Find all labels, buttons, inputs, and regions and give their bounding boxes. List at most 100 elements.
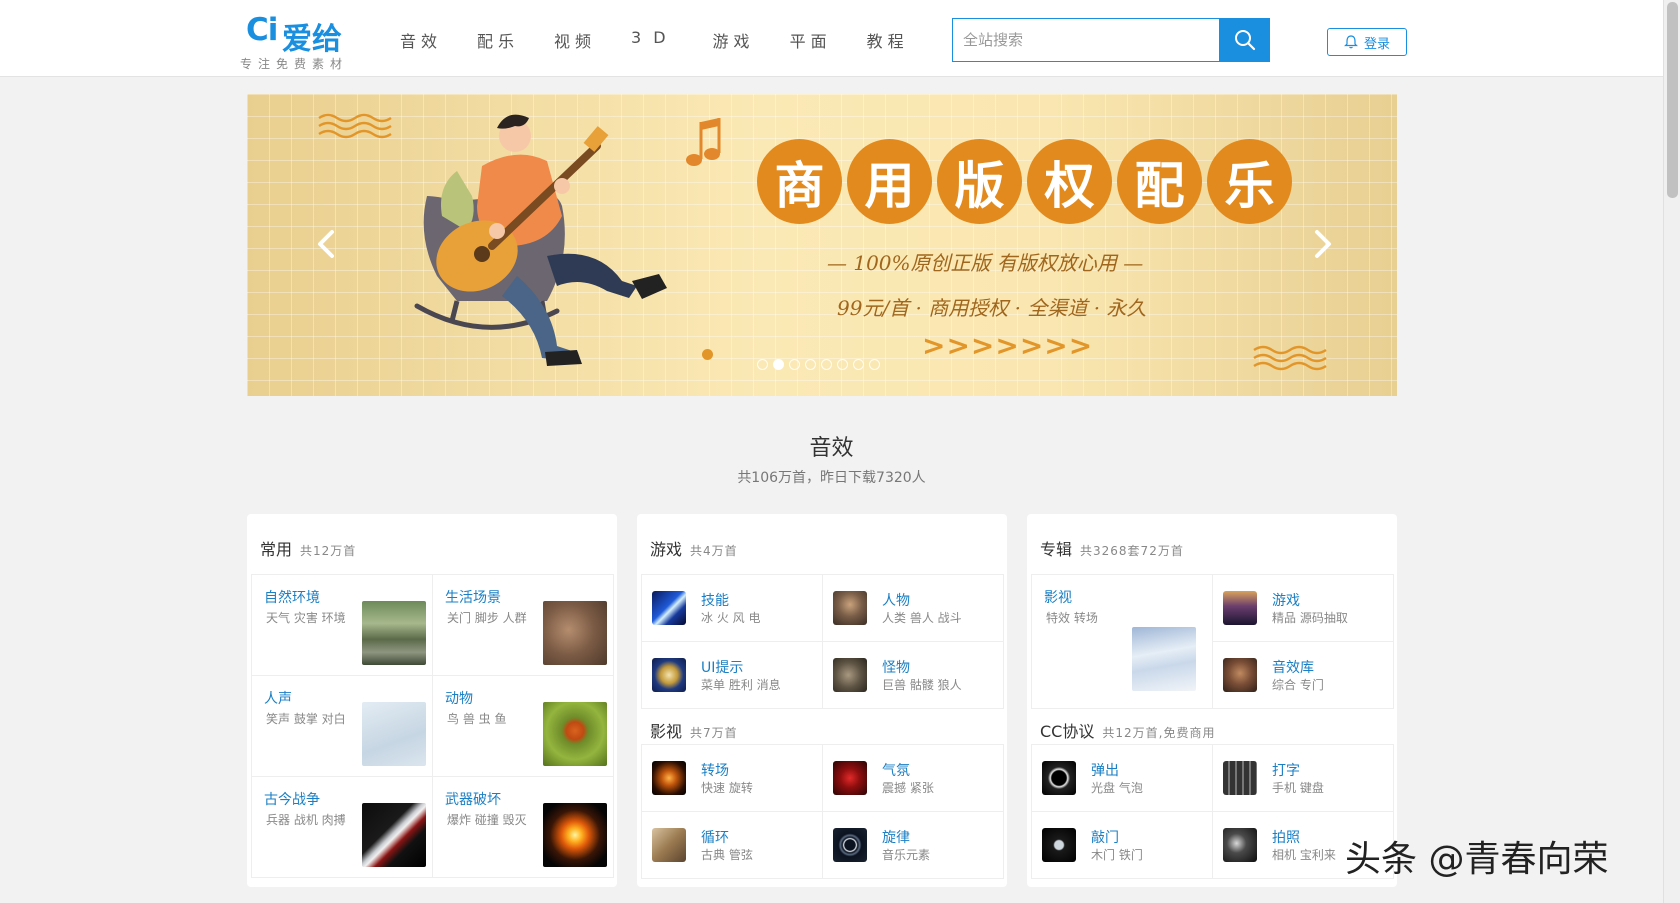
tile-tags: 鸟 兽 虫 鱼 [447, 712, 507, 726]
skill-thumbnail [652, 591, 686, 625]
orange-dot-decoration [702, 349, 713, 360]
tile-tags: 天气 灾害 环境 [266, 611, 346, 625]
logo-mark: Ci [246, 12, 278, 48]
top-header: Ci 爱给 专注免费素材 音效 配乐 视频 3D 游戏 平面 教程 登录 [0, 0, 1663, 77]
logo-slogan: 专注免费素材 [240, 57, 349, 71]
site-logo[interactable]: Ci 爱给 专注免费素材 [240, 12, 365, 72]
row-tags: 巨兽 骷髅 狼人 [882, 678, 962, 692]
nav-item-video[interactable]: 视频 [554, 28, 596, 52]
site-search [952, 18, 1270, 62]
category-tile-war[interactable]: 古今战争 兵器 战机 肉搏 [251, 776, 433, 878]
search-icon [1234, 30, 1255, 51]
logo-name: 爱给 [282, 22, 342, 57]
row-title: 游戏 [1272, 593, 1300, 609]
row-title: 音效库 [1272, 660, 1314, 676]
category-tile-life-scenes[interactable]: 生活场景 关门 脚步 人群 [432, 574, 614, 676]
card-header: CC协议 共12万首,免费商用 [1040, 718, 1215, 742]
row-tags: 菜单 胜利 消息 [701, 678, 781, 692]
banner-next-button[interactable] [1302, 224, 1342, 264]
banner-dot[interactable] [757, 359, 768, 370]
guitarist-illustration [414, 114, 667, 366]
tile-tags: 笑声 鼓掌 对白 [266, 712, 346, 726]
banner-title: 商 用 版 权 配 乐 [757, 139, 1292, 224]
scrollbar-thumb[interactable] [1667, 2, 1678, 198]
search-input[interactable] [953, 19, 1219, 61]
category-tile-voice[interactable]: 人声 笑声 鼓掌 对白 [251, 675, 433, 777]
card-title: 影视 [650, 722, 683, 741]
card-header: 专辑 共3268套72万首 [1040, 536, 1184, 560]
forest-thumbnail [362, 601, 426, 665]
tile-tags: 特效 转场 [1046, 611, 1098, 625]
row-tags: 精品 源码抽取 [1272, 611, 1348, 625]
chevron-left-icon [318, 230, 334, 258]
cc-typing[interactable]: 打字 手机 键盘 [1212, 744, 1394, 812]
tile-title: 动物 [445, 691, 473, 707]
subcategory-transitions[interactable]: 转场 快速 旋转 [641, 744, 823, 812]
subcategory-atmosphere[interactable]: 气氛 震撼 紧张 [822, 744, 1004, 812]
watermark-text: 头条 @青春向荣 [1345, 839, 1609, 880]
category-tile-destruction[interactable]: 武器破坏 爆炸 碰撞 毁灭 [432, 776, 614, 878]
search-button[interactable] [1219, 18, 1270, 62]
album-games[interactable]: 游戏 精品 源码抽取 [1212, 574, 1394, 642]
banner-prev-button[interactable] [307, 224, 347, 264]
nav-item-graphics[interactable]: 平面 [790, 28, 832, 52]
page-scrollbar[interactable] [1663, 0, 1680, 903]
chevron-right-icon [1315, 230, 1331, 258]
banner-dot[interactable] [821, 359, 832, 370]
card-count: 共4万首 [690, 544, 738, 558]
banner-dot[interactable] [805, 359, 816, 370]
row-tags: 光盘 气泡 [1091, 781, 1143, 795]
banner-title-char: 版 [937, 139, 1022, 224]
card-albums-cc: 专辑 共3268套72万首 影视 特效 转场 游戏 精品 源码抽取 音效库 综合 … [1027, 514, 1397, 887]
row-tags: 木门 铁门 [1091, 848, 1143, 862]
cc-knock[interactable]: 敲门 木门 铁门 [1031, 811, 1213, 879]
promo-banner[interactable]: 商 用 版 权 配 乐 — 100%原创正版 有版权放心用 — 99元/首 · … [247, 94, 1397, 396]
banner-dot[interactable] [837, 359, 848, 370]
banner-title-char: 用 [847, 139, 932, 224]
camera-thumbnail [1223, 828, 1257, 862]
banner-subtitle: — 100%原创正版 有版权放心用 — [827, 251, 1144, 275]
banner-dot[interactable] [789, 359, 800, 370]
card-title: 常用 [260, 540, 293, 559]
banner-wave-decoration [318, 113, 392, 139]
banner-dot[interactable] [853, 359, 864, 370]
banner-dot[interactable] [773, 359, 784, 370]
nav-item-tutorials[interactable]: 教程 [867, 28, 909, 52]
category-tile-nature[interactable]: 自然环境 天气 灾害 环境 [251, 574, 433, 676]
subcategory-melody[interactable]: 旋律 音乐元素 [822, 811, 1004, 879]
row-title: 转场 [701, 763, 729, 779]
tile-title: 武器破坏 [445, 792, 501, 808]
subcategory-characters[interactable]: 人物 人类 兽人 战斗 [822, 574, 1004, 642]
nav-item-music[interactable]: 配乐 [477, 28, 519, 52]
subcategory-loops[interactable]: 循环 古典 管弦 [641, 811, 823, 879]
subcategory-ui-prompts[interactable]: UI提示 菜单 胜利 消息 [641, 641, 823, 709]
row-tags: 冰 火 风 电 [701, 611, 761, 625]
cc-popup[interactable]: 弹出 光盘 气泡 [1031, 744, 1213, 812]
album-sound-library[interactable]: 音效库 综合 专门 [1212, 641, 1394, 709]
tile-tags: 兵器 战机 肉搏 [266, 813, 346, 827]
nav-item-3d[interactable]: 3D [631, 28, 678, 52]
banner-dot[interactable] [869, 359, 880, 370]
login-label: 登录 [1363, 36, 1390, 52]
card-count: 共7万首 [690, 726, 738, 740]
subcategory-skills[interactable]: 技能 冰 火 风 电 [641, 574, 823, 642]
card-title: 游戏 [650, 540, 683, 559]
album-feature-film[interactable]: 影视 特效 转场 [1031, 574, 1213, 709]
row-tags: 古典 管弦 [701, 848, 753, 862]
card-common: 常用 共12万首 自然环境 天气 灾害 环境 生活场景 关门 脚步 人群 人声 笑… [247, 514, 617, 887]
nav-item-sound-effects[interactable]: 音效 [400, 28, 442, 52]
login-button[interactable]: 登录 [1327, 28, 1407, 56]
nav-item-games[interactable]: 游戏 [713, 28, 755, 52]
banner-title-char: 商 [757, 139, 842, 224]
explosion-thumbnail [543, 803, 607, 867]
film-album-thumbnail [1132, 627, 1196, 691]
knock-thumbnail [1042, 828, 1076, 862]
section-subtitle: 共106万首，昨日下载7320人 [737, 470, 926, 486]
row-title: UI提示 [701, 660, 744, 676]
row-title: 旋律 [882, 830, 910, 846]
row-tags: 震撼 紧张 [882, 781, 934, 795]
category-tile-animals[interactable]: 动物 鸟 兽 虫 鱼 [432, 675, 614, 777]
card-title: CC协议 [1040, 722, 1095, 741]
tile-title: 影视 [1044, 590, 1072, 606]
subcategory-monsters[interactable]: 怪物 巨兽 骷髅 狼人 [822, 641, 1004, 709]
